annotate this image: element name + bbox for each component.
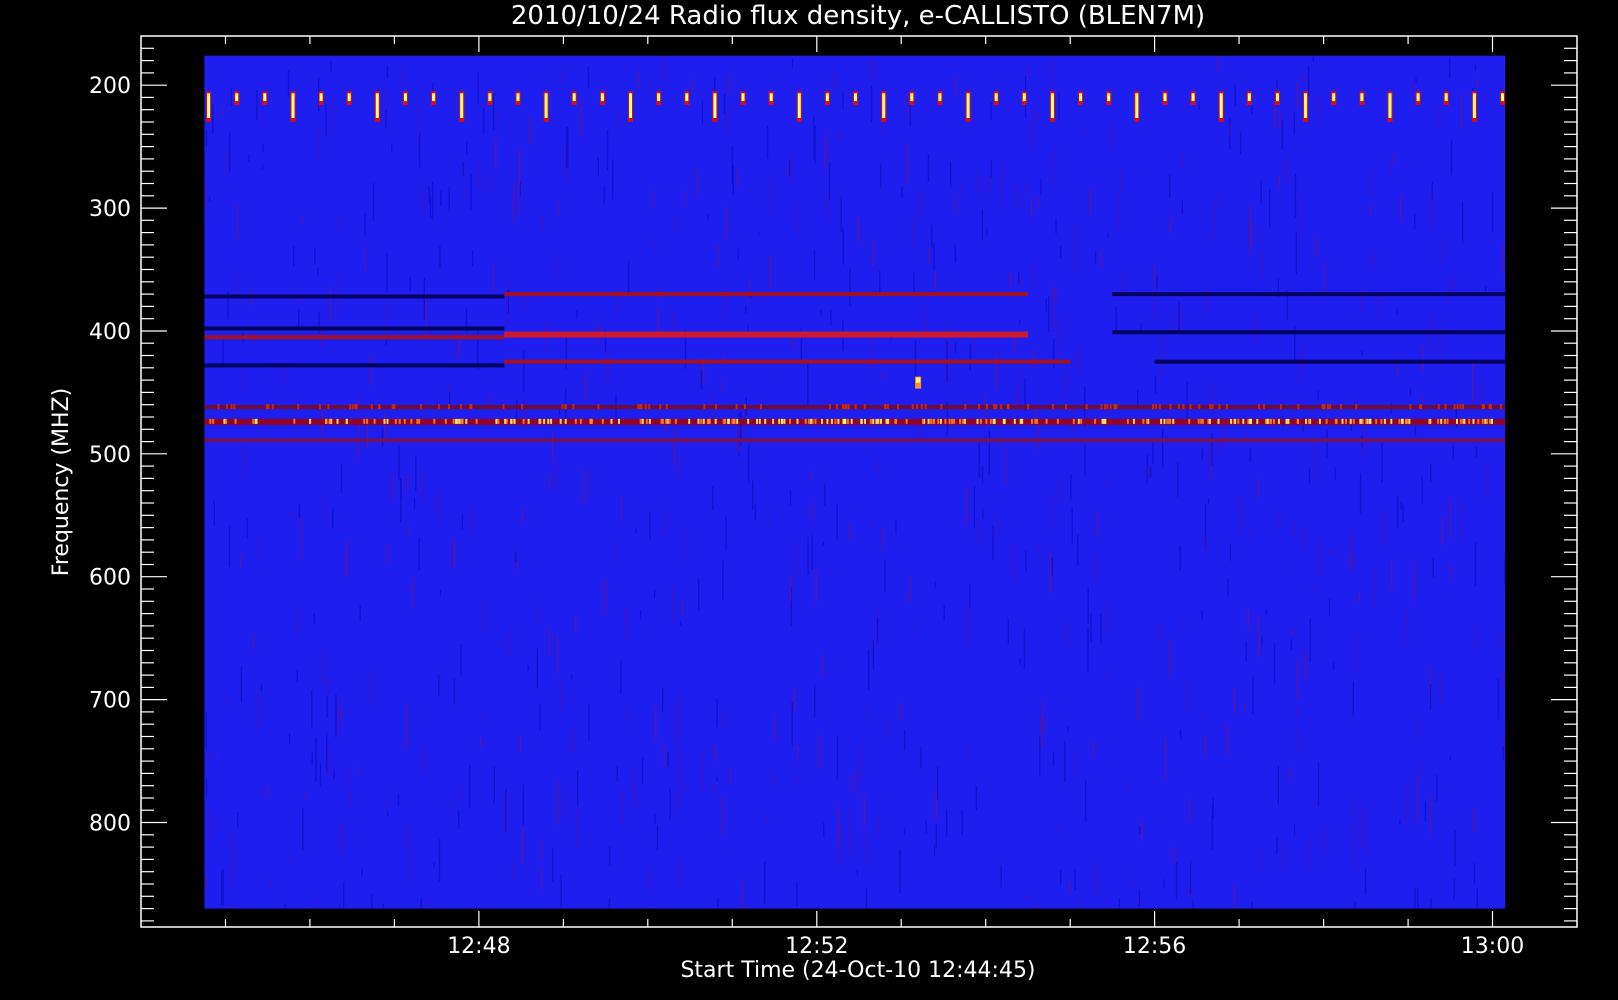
chart-title: 2010/10/24 Radio flux density, e-CALLIST… (511, 1, 1205, 31)
band-403-6 (504, 331, 1028, 338)
hotspot-core (916, 377, 921, 383)
x-tick-label-1256: 12:56 (1123, 934, 1186, 959)
y-axis-label: Frequency (MHZ) (49, 388, 74, 576)
spectrogram-image (204, 55, 1506, 909)
band-425-7 (504, 359, 1071, 364)
x-tick-label-1300: 13:00 (1461, 934, 1524, 959)
x-tick-label-1252: 12:52 (785, 934, 848, 959)
band-425-10 (1154, 359, 1506, 364)
x-tick-label-1248: 12:48 (447, 934, 510, 959)
band-370-8 (1112, 292, 1506, 297)
band-370-5 (504, 292, 1028, 297)
y-tick-label-700: 700 (89, 689, 131, 714)
band-372-1 (204, 294, 505, 299)
band-405-3 (204, 335, 505, 340)
y-tick-label-600: 600 (89, 566, 131, 591)
y-tick-label-800: 800 (89, 812, 131, 837)
y-tick-label-300: 300 (89, 197, 131, 222)
band-401-9 (1112, 330, 1506, 335)
band-428-4 (204, 363, 505, 368)
band-398-2 (204, 326, 505, 331)
x-axis-label: Start Time (24-Oct-10 12:44:45) (680, 958, 1035, 983)
y-tick-label-500: 500 (89, 443, 131, 468)
spectrogram-chart: 2010/10/24 Radio flux density, e-CALLIST… (49, 1, 1578, 983)
y-tick-label-200: 200 (89, 74, 131, 99)
y-tick-label-400: 400 (89, 320, 131, 345)
band-489-13 (204, 438, 1506, 443)
